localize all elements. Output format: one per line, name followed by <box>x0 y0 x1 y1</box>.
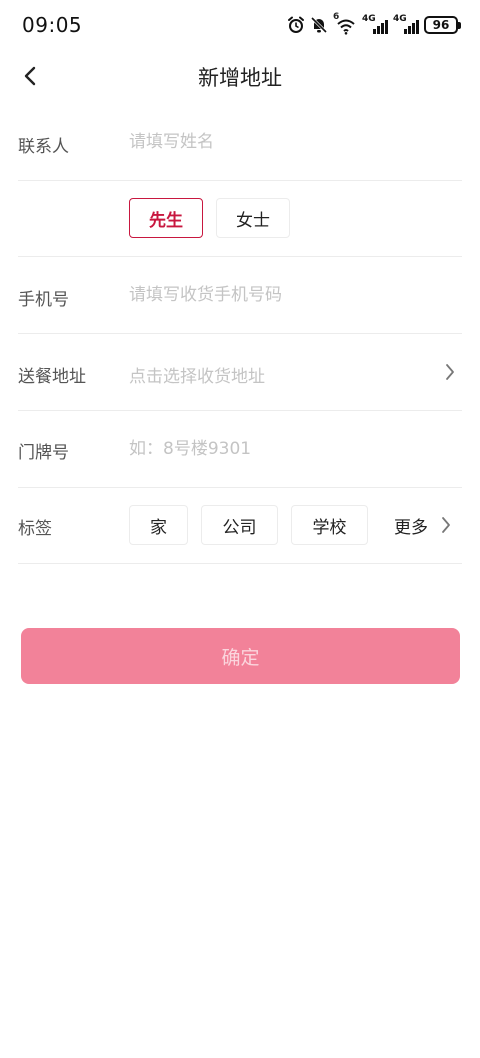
tag-option-label: 公司 <box>222 517 257 538</box>
tag-option-label: 学校 <box>312 517 347 538</box>
cellular-signal-icon: 4G <box>362 14 388 35</box>
chevron-right-icon <box>441 516 451 534</box>
address-row[interactable]: 送餐地址 点击选择收货地址 <box>18 334 462 411</box>
cellular-signal-icon: 4G <box>393 14 419 35</box>
phone-input[interactable] <box>129 283 429 307</box>
gender-option-label: 先生 <box>149 210 183 231</box>
tag-option-label: 家 <box>150 517 167 538</box>
status-time: 09:05 <box>22 13 83 37</box>
gender-option-label: 女士 <box>236 210 270 231</box>
battery-icon: 96 <box>424 16 461 34</box>
tag-option-company[interactable]: 公司 <box>201 505 278 545</box>
address-placeholder: 点击选择收货地址 <box>129 367 265 387</box>
gender-option-mr[interactable]: 先生 <box>129 198 203 238</box>
alarm-icon <box>287 16 305 34</box>
confirm-button[interactable]: 确定 <box>21 628 460 684</box>
tag-option-school[interactable]: 学校 <box>291 505 368 545</box>
gender-option-ms[interactable]: 女士 <box>216 198 290 238</box>
phone-label: 手机号 <box>18 290 69 310</box>
chevron-right-icon <box>440 360 460 384</box>
battery-level: 96 <box>432 18 450 32</box>
address-label: 送餐地址 <box>18 367 86 387</box>
nav-bar: 新增地址 <box>0 50 480 102</box>
contact-label: 联系人 <box>18 137 69 157</box>
house-number-input[interactable] <box>129 437 429 461</box>
tags-label: 标签 <box>18 519 52 539</box>
page-title: 新增地址 <box>198 66 282 90</box>
wifi-icon: 6 <box>333 12 357 35</box>
house-number-label: 门牌号 <box>18 443 69 463</box>
status-icons: 6 4G 4G 96 <box>287 12 461 36</box>
confirm-button-label: 确定 <box>221 646 260 669</box>
more-tags-button[interactable]: 更多 <box>380 505 462 545</box>
more-tags-label: 更多 <box>394 517 428 538</box>
contact-name-input[interactable] <box>129 130 429 154</box>
tag-option-home[interactable]: 家 <box>129 505 188 545</box>
status-bar: 09:05 6 4G 4G 96 <box>0 0 480 50</box>
mute-bell-icon <box>310 16 328 34</box>
